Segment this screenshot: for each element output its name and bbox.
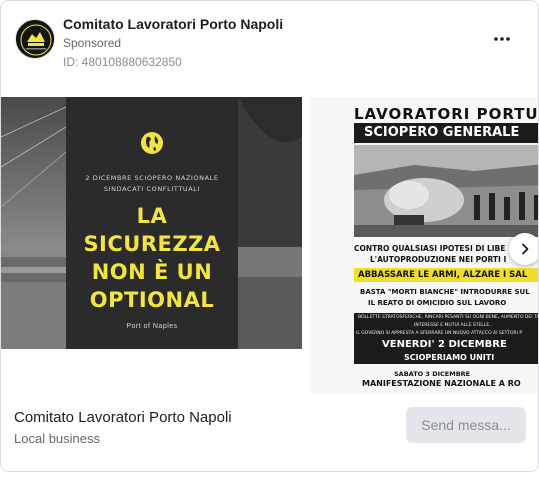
- poster-2-banner: SCIOPERO GENERALE: [354, 123, 538, 143]
- ad-card: Comitato Lavoratori Porto Napoli Sponsor…: [0, 0, 539, 472]
- ad-footer: Comitato Lavoratori Porto Napoli Local b…: [13, 405, 526, 455]
- poster-2-highlight: ABBASSARE LE ARMI, ALZARE I SAL: [354, 268, 538, 282]
- chevron-right-icon: [522, 243, 529, 255]
- poster-2-title: LAVORATORI PORTUA: [354, 105, 539, 123]
- avatar[interactable]: [15, 19, 55, 59]
- poster-2-small-text-1: BOLLETTE STRATOSFERICHE, RINCARI PESANTI…: [354, 313, 538, 322]
- poster-subtitle: 2 DICEMBRE SCIOPERO NAZIONALE SINDACATI …: [66, 173, 238, 195]
- image-carousel[interactable]: 2 DICEMBRE SCIOPERO NAZIONALE SINDACATI …: [1, 97, 539, 393]
- poster-subtitle-line-2: SINDACATI CONFLITTUALI: [103, 185, 201, 193]
- advertiser-name[interactable]: Comitato Lavoratori Porto Napoli: [14, 409, 232, 426]
- poster-subtitle-line-1: 2 DICEMBRE SCIOPERO NAZIONALE: [85, 174, 219, 182]
- headline-line-2: SICUREZZA: [83, 232, 221, 256]
- page-title[interactable]: Comitato Lavoratori Porto Napoli: [63, 16, 283, 32]
- protest-photo: [354, 145, 538, 237]
- poster-2-saturday: SABATO 3 DICEMBRE: [394, 370, 471, 378]
- protest-photo-image: [354, 145, 538, 237]
- poster-2-manifestation: MANIFESTAZIONE NAZIONALE A RO: [362, 379, 521, 388]
- sponsored-label: Sponsored: [63, 36, 122, 50]
- more-horizontal-icon: [494, 37, 510, 41]
- carousel-slide-1[interactable]: 2 DICEMBRE SCIOPERO NAZIONALE SINDACATI …: [1, 97, 302, 349]
- poster-2-line-4: IL REATO DI OMICIDIO SUL LAVORO: [368, 299, 507, 307]
- globe-icon: [141, 132, 163, 154]
- advertiser-category: Local business: [14, 431, 100, 446]
- poster-2-date-sub: SCIOPERIAMO UNITI: [354, 352, 538, 364]
- poster-2-line-3: BASTA "MORTI BIANCHE" INTRODURRE SUL: [360, 288, 530, 296]
- more-options-button[interactable]: [490, 27, 514, 51]
- carousel-slide-2[interactable]: LAVORATORI PORTUA SCIOPERO GENERALE CONT…: [310, 97, 539, 393]
- poster-2-date-banner: VENERDI' 2 DICEMBRE: [354, 338, 538, 352]
- carousel-next-button[interactable]: [509, 233, 538, 265]
- headline-line-3: NON È UN: [91, 260, 213, 284]
- ad-header: Comitato Lavoratori Porto Napoli Sponsor…: [13, 13, 526, 73]
- send-message-button[interactable]: Send messa...: [406, 407, 526, 443]
- headline-line-1: LA: [136, 204, 168, 228]
- ad-id: ID: 480108880632850: [63, 55, 182, 69]
- poster-2-small-text-3: IL GOVERNO SI APPRESTA A SFERRARE UN NUO…: [354, 330, 538, 338]
- poster-headline: LA SICUREZZA NON È UN OPTIONAL: [66, 202, 238, 314]
- poster-2-small-text-2: INTERESSE E MUTUI ALLE STELLE..: [354, 322, 538, 330]
- headline-line-4: OPTIONAL: [89, 288, 215, 312]
- logo-icon: [16, 20, 54, 58]
- poster-footer: Port of Naples: [126, 323, 178, 330]
